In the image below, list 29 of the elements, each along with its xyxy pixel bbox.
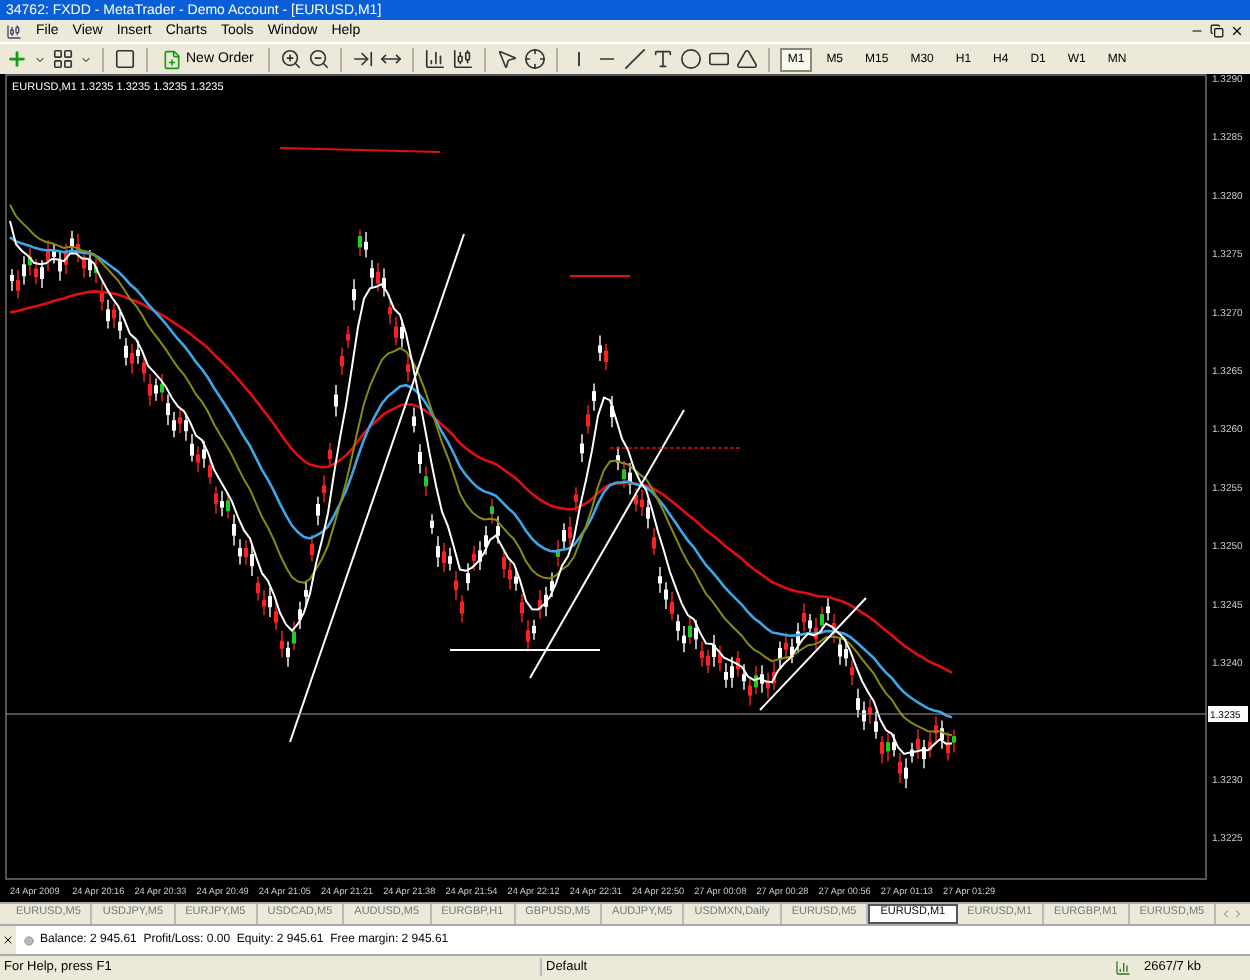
candlestick-icon[interactable] [451,48,474,70]
zoom-in-icon[interactable] [279,48,302,70]
close-icon[interactable] [2,934,14,946]
new-order-icon [162,49,182,69]
profiles-icon[interactable] [52,48,74,70]
restore-icon[interactable] [1210,24,1224,38]
window-icon[interactable] [114,48,136,70]
horizontal-line [609,447,741,449]
zoom-out-icon[interactable] [307,48,330,70]
trend-line [759,597,867,711]
caret-icon[interactable] [34,53,46,65]
minimize-icon[interactable] [1190,24,1204,38]
text-icon[interactable] [651,48,674,70]
indicators-icon[interactable] [423,48,446,70]
account-icon [24,935,34,945]
horizontal-line [569,275,631,277]
chart-window-icon [6,23,22,39]
close-icon[interactable] [1230,24,1244,38]
ellipse-icon[interactable] [679,48,702,70]
crosshair-icon[interactable] [523,48,546,70]
cursor-icon[interactable] [495,48,518,70]
chart-shift-icon[interactable] [379,48,402,70]
auto-scroll-icon[interactable] [351,48,374,70]
connection-icon [1114,959,1132,975]
triangle-icon[interactable] [735,48,758,70]
rectangle-icon[interactable] [707,48,730,70]
trendline-icon[interactable] [623,48,646,70]
new-chart-icon[interactable] [6,48,28,70]
caret-icon[interactable] [80,53,92,65]
